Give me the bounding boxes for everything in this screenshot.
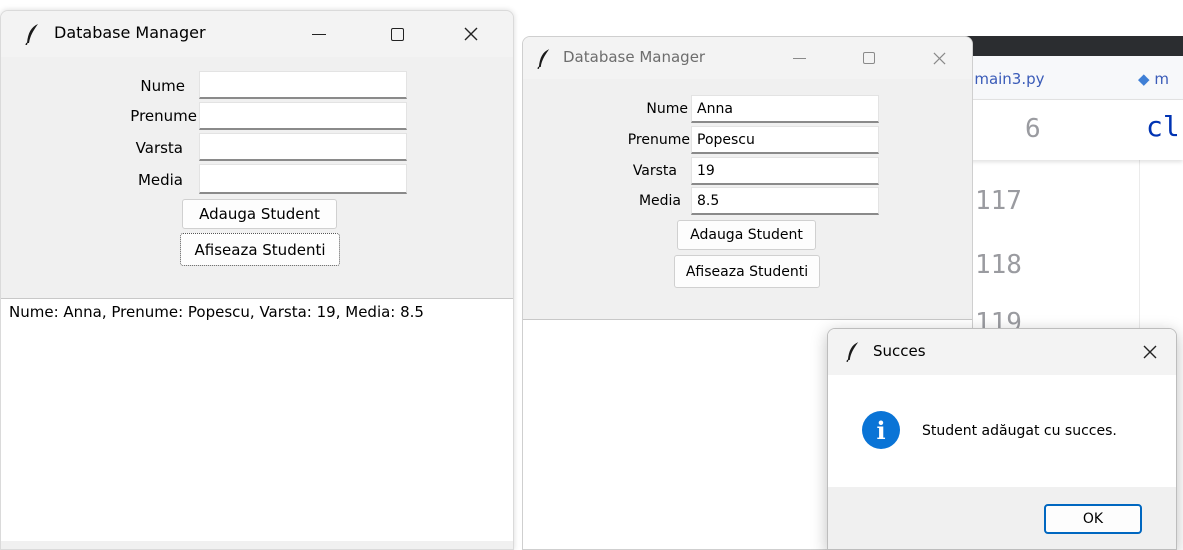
editor-tab-second[interactable]: ◆ m bbox=[1138, 70, 1169, 88]
nume-input[interactable] bbox=[199, 71, 407, 99]
prenume-input[interactable] bbox=[691, 126, 879, 154]
maximize-icon bbox=[863, 52, 875, 64]
database-manager-window-empty: Database Manager Nume Prenume Varsta Med… bbox=[0, 10, 514, 550]
label-prenume: Prenume bbox=[627, 132, 690, 148]
window-title: Database Manager bbox=[563, 48, 706, 66]
minimize-icon bbox=[792, 57, 806, 59]
label-media: Media bbox=[638, 193, 681, 209]
close-button[interactable] bbox=[919, 44, 959, 72]
close-icon bbox=[1143, 345, 1157, 359]
line-number: 6 bbox=[1025, 114, 1041, 144]
close-icon bbox=[464, 27, 478, 41]
add-student-button[interactable]: Adauga Student bbox=[677, 220, 816, 250]
dialog-title: Succes bbox=[873, 342, 926, 360]
close-button[interactable] bbox=[451, 19, 491, 49]
line-number: 118 bbox=[975, 250, 1022, 280]
maximize-icon bbox=[390, 27, 404, 41]
info-icon: i bbox=[862, 411, 900, 449]
label-prenume: Prenume bbox=[130, 107, 197, 125]
feather-icon bbox=[537, 49, 550, 69]
minimize-icon bbox=[312, 33, 326, 35]
code-keyword: cl bbox=[1146, 110, 1180, 143]
minimize-button[interactable] bbox=[779, 44, 819, 72]
feather-icon bbox=[25, 24, 38, 45]
python-file-icon: ◆ bbox=[1138, 70, 1150, 88]
maximize-button[interactable] bbox=[849, 44, 889, 72]
minimize-button[interactable] bbox=[299, 19, 339, 49]
title-bar: Database Manager bbox=[1, 11, 513, 57]
window-title: Database Manager bbox=[54, 23, 206, 42]
feather-icon bbox=[846, 342, 859, 362]
label-media: Media bbox=[137, 171, 183, 189]
label-nume: Nume bbox=[140, 77, 185, 95]
close-button[interactable] bbox=[1130, 337, 1170, 367]
media-input[interactable] bbox=[199, 164, 407, 194]
add-student-button[interactable]: Adauga Student bbox=[182, 199, 337, 229]
students-listbox[interactable]: Nume: Anna, Prenume: Popescu, Varsta: 19… bbox=[1, 298, 513, 541]
list-item[interactable]: Nume: Anna, Prenume: Popescu, Varsta: 19… bbox=[9, 303, 424, 321]
title-bar: Succes bbox=[828, 329, 1176, 375]
ok-button[interactable]: OK bbox=[1044, 504, 1142, 534]
varsta-input[interactable] bbox=[199, 133, 407, 161]
show-students-button[interactable]: Afiseaza Studenti bbox=[180, 233, 340, 266]
title-bar: Database Manager bbox=[523, 37, 972, 79]
label-varsta: Varsta bbox=[135, 139, 183, 157]
label-varsta: Varsta bbox=[632, 163, 677, 179]
line-number: 117 bbox=[975, 186, 1022, 216]
varsta-input[interactable] bbox=[691, 157, 879, 185]
nume-input[interactable] bbox=[691, 95, 879, 123]
label-nume: Nume bbox=[646, 101, 688, 117]
close-icon bbox=[933, 52, 945, 64]
media-input[interactable] bbox=[691, 187, 879, 215]
prenume-input[interactable] bbox=[199, 102, 407, 130]
show-students-button[interactable]: Afiseaza Studenti bbox=[674, 255, 820, 288]
maximize-button[interactable] bbox=[377, 19, 417, 49]
success-dialog: Succes i Student adăugat cu succes. OK bbox=[827, 328, 1177, 550]
dialog-message: Student adăugat cu succes. bbox=[922, 423, 1117, 439]
